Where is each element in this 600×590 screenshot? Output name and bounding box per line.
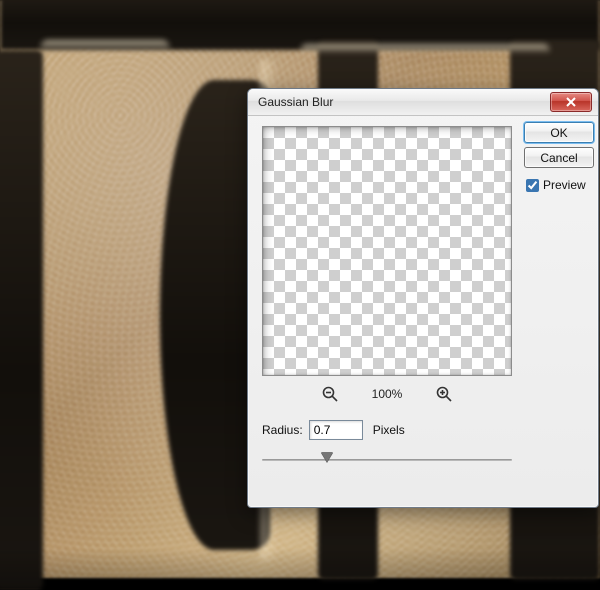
ok-button[interactable]: OK xyxy=(524,122,594,143)
titlebar[interactable]: Gaussian Blur xyxy=(248,89,598,116)
zoom-controls: 100% xyxy=(262,384,512,404)
slider-track xyxy=(262,459,512,461)
preview-checkbox-label: Preview xyxy=(543,178,586,192)
radius-input[interactable] xyxy=(309,420,363,440)
close-icon xyxy=(566,97,576,107)
radius-unit: Pixels xyxy=(373,423,405,437)
zoom-level: 100% xyxy=(366,387,408,401)
zoom-in-icon xyxy=(436,386,452,402)
radius-row: Radius: Pixels xyxy=(262,420,586,440)
gaussian-blur-dialog: Gaussian Blur 100% xyxy=(247,88,599,508)
cancel-button[interactable]: Cancel xyxy=(524,147,594,168)
filter-preview[interactable] xyxy=(262,126,512,376)
preview-toggle[interactable]: Preview xyxy=(526,178,594,192)
dialog-body: 100% Radius: Pixels OK Cancel xyxy=(248,116,598,482)
preview-checkbox[interactable] xyxy=(526,179,539,192)
zoom-out-icon xyxy=(322,386,338,402)
zoom-in-button[interactable] xyxy=(434,384,454,404)
radius-label: Radius: xyxy=(262,423,303,437)
radius-slider[interactable] xyxy=(262,450,512,470)
slider-thumb[interactable] xyxy=(321,452,333,462)
close-button[interactable] xyxy=(550,92,592,112)
dialog-title: Gaussian Blur xyxy=(258,95,550,109)
dialog-button-column: OK Cancel Preview xyxy=(524,122,594,192)
zoom-out-button[interactable] xyxy=(320,384,340,404)
